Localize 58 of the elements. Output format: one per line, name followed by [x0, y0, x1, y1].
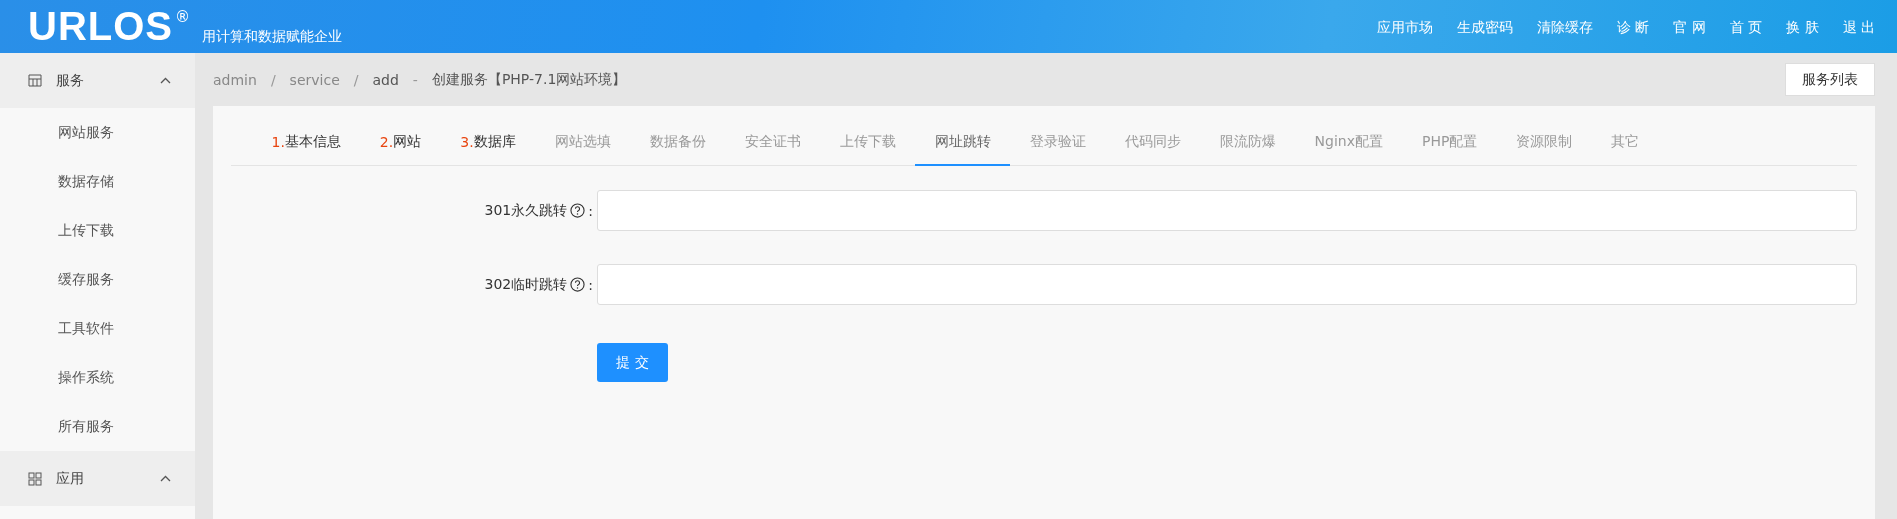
breadcrumb-separator: -: [412, 71, 418, 88]
registered-mark: ®: [175, 8, 190, 26]
sidebar-item[interactable]: 工具软件: [0, 304, 195, 353]
nav-link[interactable]: 官 网: [1673, 18, 1706, 37]
tab[interactable]: 2.网站: [360, 120, 441, 166]
tab[interactable]: 1.基本信息: [252, 120, 361, 166]
field-label: 301永久跳转: [484, 201, 568, 220]
sidebar-item[interactable]: 网站服务: [0, 108, 195, 157]
section-label: 服务: [56, 71, 84, 90]
slogan: 用计算和数据赋能企业: [202, 27, 342, 46]
nav-link[interactable]: 应用市场: [1376, 18, 1433, 37]
tab[interactable]: 3.数据库: [440, 120, 536, 166]
input-field[interactable]: [597, 264, 1857, 305]
sidebar-section-header[interactable]: 服务: [0, 53, 195, 108]
nav-link[interactable]: 清除缓存: [1536, 18, 1593, 37]
breadcrumb-current: 创建服务【PHP-7.1网站环境】: [431, 70, 627, 89]
breadcrumb-link[interactable]: service: [289, 71, 340, 88]
chevron-icon: [160, 475, 171, 482]
tab[interactable]: 上传下载: [820, 120, 916, 166]
nav-link[interactable]: 首 页: [1729, 18, 1763, 37]
input-field[interactable]: [597, 190, 1857, 231]
breadcrumb-separator: /: [353, 71, 359, 88]
sidebar-item[interactable]: 所有服务: [0, 402, 195, 451]
breadcrumb-link[interactable]: admin: [213, 71, 257, 88]
panel-icon: [28, 74, 42, 87]
tab[interactable]: 安全证书: [725, 120, 821, 166]
nav-link[interactable]: 生成密码: [1456, 18, 1513, 37]
tab[interactable]: Nginx配置: [1295, 120, 1403, 166]
nav-link[interactable]: 换 肤: [1786, 18, 1819, 37]
tab[interactable]: 登录验证: [1010, 120, 1106, 166]
submit-button[interactable]: 提 交: [597, 343, 668, 382]
tab[interactable]: 数据备份: [630, 120, 726, 166]
tab[interactable]: 限流防爆: [1200, 120, 1296, 166]
help-icon[interactable]: [570, 277, 586, 292]
label-colon: :: [588, 202, 593, 219]
grid-icon: [28, 471, 42, 486]
section-label: 应用: [56, 469, 84, 488]
breadcrumb-current: add: [372, 71, 399, 88]
sidebar-section-header[interactable]: 应用: [0, 451, 195, 506]
logo-text: URLOS: [28, 4, 173, 49]
sidebar-item[interactable]: 操作系统: [0, 353, 195, 402]
tab[interactable]: 网址跳转: [915, 120, 1011, 166]
service-list-button[interactable]: 服务列表: [1785, 63, 1875, 96]
tab[interactable]: 代码同步: [1105, 120, 1201, 166]
field-label: 302临时跳转: [484, 275, 568, 294]
nav-link[interactable]: 退 出: [1842, 18, 1875, 37]
help-icon[interactable]: [570, 203, 586, 218]
tab[interactable]: 其它: [1591, 120, 1659, 166]
chevron-icon: [160, 77, 171, 84]
nav-link[interactable]: 诊 断: [1616, 18, 1650, 37]
sidebar-item[interactable]: 数据存储: [0, 157, 195, 206]
tab[interactable]: PHP配置: [1402, 120, 1497, 166]
breadcrumb-separator: /: [270, 71, 276, 88]
label-colon: :: [588, 276, 593, 293]
sidebar-item[interactable]: 上传下载: [0, 206, 195, 255]
tab[interactable]: 网站选填: [535, 120, 631, 166]
tab[interactable]: 资源限制: [1496, 120, 1592, 166]
sidebar-item[interactable]: 缓存服务: [0, 255, 195, 304]
